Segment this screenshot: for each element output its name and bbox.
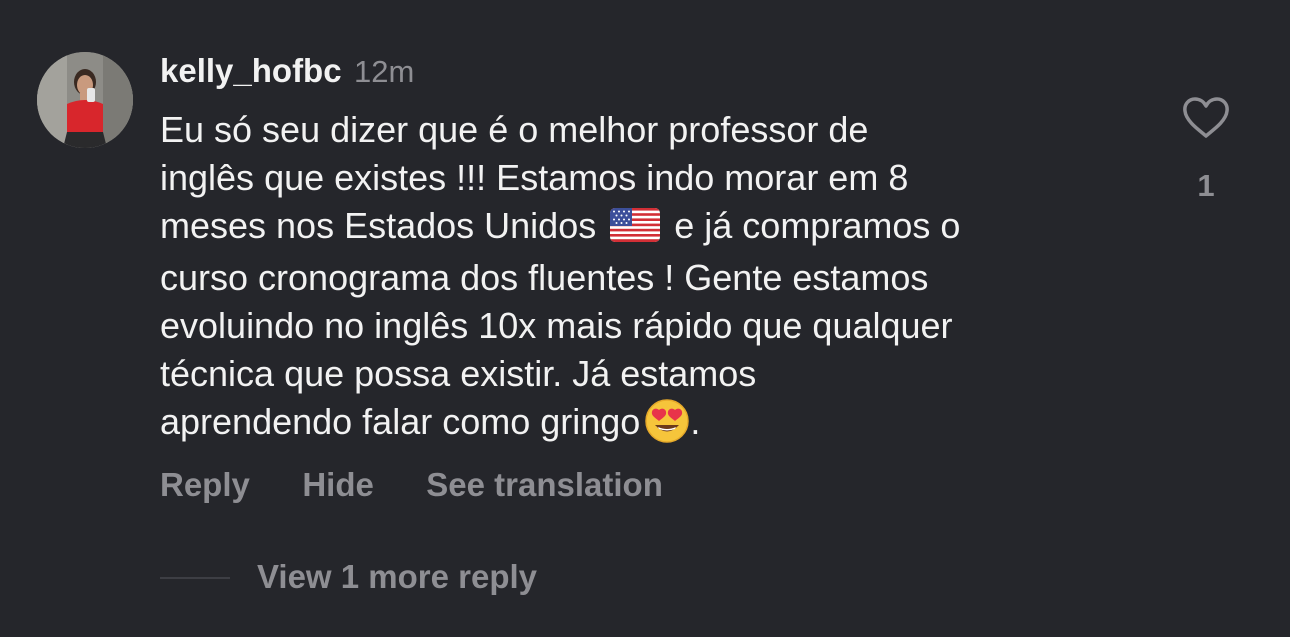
heart-eyes-emoji-icon	[644, 398, 690, 456]
avatar-image	[37, 52, 133, 148]
comment-header: kelly_hofbc 12m	[160, 52, 414, 90]
username[interactable]: kelly_hofbc	[160, 52, 342, 89]
avatar[interactable]	[37, 52, 133, 148]
comment-actions: Reply Hide See translation	[160, 466, 711, 504]
reply-button[interactable]: Reply	[160, 466, 250, 504]
timestamp: 12m	[354, 54, 415, 89]
comment-line: Eu só seu dizer que é o melhor professor…	[160, 109, 869, 150]
replies-divider	[160, 577, 230, 579]
see-translation-button[interactable]: See translation	[426, 466, 663, 504]
comment-line: inglês que existes !!! Estamos indo mora…	[160, 157, 909, 198]
hide-button[interactable]: Hide	[302, 466, 374, 504]
heart-outline-icon	[1183, 97, 1229, 138]
us-flag-icon	[610, 206, 661, 254]
like-button[interactable]	[1180, 96, 1232, 145]
comment-line: e já compramos o	[674, 205, 961, 246]
comment-line: aprendendo falar como gringo	[160, 401, 641, 442]
comment-line: curso cronograma dos fluentes ! Gente es…	[160, 257, 929, 298]
comment-text: Eu só seu dizer que é o melhor professor…	[160, 106, 1150, 456]
comment-line: .	[690, 401, 701, 442]
comment-line: evoluindo no inglês 10x mais rápido que …	[160, 305, 953, 346]
comment-line: meses nos Estados Unidos	[160, 205, 597, 246]
comment: kelly_hofbc 12m Eu só seu dizer que é o …	[0, 0, 1290, 637]
view-more-replies-button[interactable]: View 1 more reply	[257, 558, 537, 596]
comment-line: técnica que possa existir. Já estamos	[160, 353, 757, 394]
like-count: 1	[1197, 168, 1215, 203]
